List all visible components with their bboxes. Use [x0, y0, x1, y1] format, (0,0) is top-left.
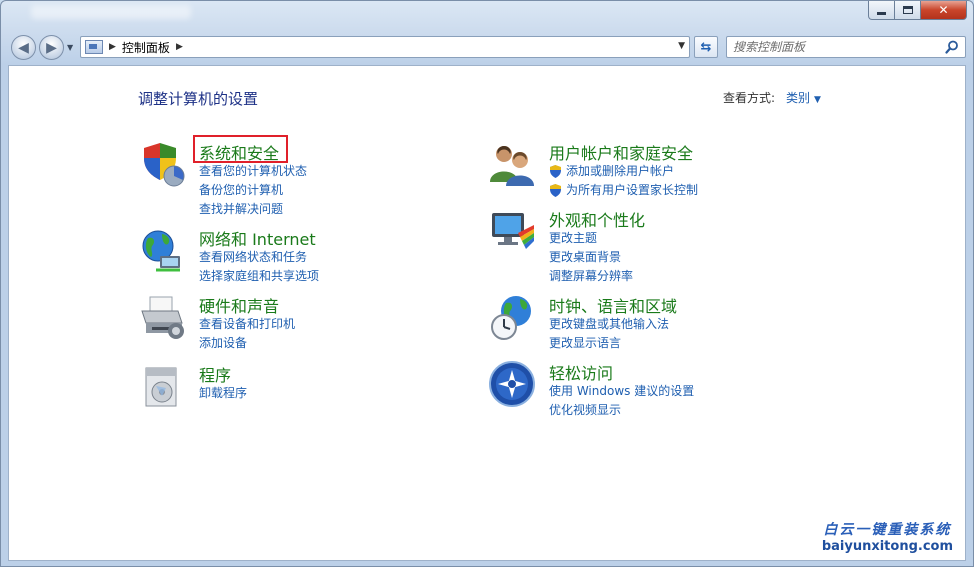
control-panel-icon — [85, 40, 103, 54]
watermark-title: 白云一键重装系统 — [823, 522, 952, 538]
link-label[interactable]: 添加或删除用户帐户 — [566, 164, 674, 178]
category-title-hardware-sound[interactable]: 硬件和声音 — [199, 293, 279, 317]
search-box[interactable] — [726, 36, 966, 58]
category-links: 查看设备和打印机 添加设备 — [199, 315, 295, 353]
minimize-icon — [877, 11, 886, 15]
category-title-clock-language-region[interactable]: 时钟、语言和区域 — [549, 293, 677, 317]
navigation-bar: ◀ ▶ ▼ ▶ 控制面板 ▶ ▼ ⇆ — [1, 33, 973, 61]
programs-icon[interactable] — [138, 362, 186, 410]
view-by-dropdown[interactable]: 类别 ▼ — [786, 89, 821, 106]
close-icon: ✕ — [938, 3, 949, 17]
forward-button[interactable]: ▶ — [39, 35, 64, 60]
appearance-icon[interactable] — [488, 207, 536, 255]
title-bar[interactable]: ✕ — [1, 1, 973, 29]
link-parental-controls[interactable]: 为所有用户设置家长控制 — [549, 181, 698, 200]
category-links: 查看网络状态和任务 选择家庭组和共享选项 — [199, 248, 319, 286]
link-add-device[interactable]: 添加设备 — [199, 334, 295, 353]
category-title-network-internet[interactable]: 网络和 Internet — [199, 226, 316, 250]
category-links: 更改键盘或其他输入法 更改显示语言 — [549, 315, 669, 353]
watermark: 白云一键重装系统 baiyunxitong.com — [822, 519, 953, 554]
category-links: 使用 Windows 建议的设置 优化视频显示 — [549, 382, 694, 420]
address-bar[interactable]: ▶ 控制面板 ▶ ▼ — [80, 36, 690, 58]
recent-pages-dropdown[interactable]: ▼ — [67, 43, 73, 52]
printer-icon[interactable] — [138, 293, 186, 341]
link-uninstall-program[interactable]: 卸载程序 — [199, 384, 247, 403]
forward-arrow-icon: ▶ — [46, 39, 57, 56]
breadcrumb-chevron-icon[interactable]: ▶ — [176, 42, 183, 52]
control-panel-window: ✕ ◀ ▶ ▼ ▶ 控制面板 ▶ ▼ ⇆ 调整计算机的设置 查看方式: 类别 ▼ — [0, 0, 974, 567]
category-links: 查看您的计算机状态 备份您的计算机 查找并解决问题 — [199, 162, 307, 219]
link-back-up-computer[interactable]: 备份您的计算机 — [199, 181, 307, 200]
category-links: 添加或删除用户帐户 为所有用户设置家长控制 — [549, 162, 698, 200]
link-view-network-status[interactable]: 查看网络状态和任务 — [199, 248, 319, 267]
view-by-value[interactable]: 类别 — [786, 91, 810, 105]
content-pane: 调整计算机的设置 查看方式: 类别 ▼ 系统和安全 查看您的计算机状态 备份您的计… — [8, 65, 966, 561]
clock-globe-icon[interactable] — [488, 293, 536, 341]
link-change-theme[interactable]: 更改主题 — [549, 229, 633, 248]
breadcrumb-chevron-icon[interactable]: ▶ — [109, 42, 116, 52]
shield-icon[interactable] — [138, 140, 186, 188]
users-icon[interactable] — [488, 140, 536, 188]
back-arrow-icon: ◀ — [18, 39, 29, 56]
link-homegroup-sharing[interactable]: 选择家庭组和共享选项 — [199, 267, 319, 286]
page-title: 调整计算机的设置 — [138, 90, 259, 108]
search-input[interactable] — [733, 39, 933, 55]
chevron-down-icon[interactable]: ▼ — [814, 95, 821, 105]
category-title-system-security[interactable]: 系统和安全 — [199, 140, 279, 164]
category-title-user-accounts[interactable]: 用户帐户和家庭安全 — [549, 140, 693, 164]
caption-buttons: ✕ — [868, 1, 967, 20]
link-devices-printers[interactable]: 查看设备和打印机 — [199, 315, 295, 334]
refresh-icon: ⇆ — [700, 39, 712, 55]
uac-shield-icon — [550, 165, 561, 178]
breadcrumb-control-panel[interactable]: 控制面板 — [122, 39, 170, 56]
category-title-programs[interactable]: 程序 — [199, 362, 231, 386]
uac-shield-icon — [550, 184, 561, 197]
link-change-display-language[interactable]: 更改显示语言 — [549, 334, 669, 353]
watermark-url: baiyunxitong.com — [821, 539, 953, 554]
close-button[interactable]: ✕ — [921, 1, 967, 20]
category-links: 更改主题 更改桌面背景 调整屏幕分辨率 — [549, 229, 633, 286]
minimize-button[interactable] — [868, 1, 895, 20]
maximize-button[interactable] — [895, 1, 921, 20]
address-dropdown-icon[interactable]: ▼ — [678, 41, 685, 51]
network-icon[interactable] — [138, 226, 186, 274]
link-label[interactable]: 为所有用户设置家长控制 — [566, 183, 698, 197]
link-add-remove-accounts[interactable]: 添加或删除用户帐户 — [549, 162, 698, 181]
category-title-ease-of-access[interactable]: 轻松访问 — [549, 360, 613, 384]
view-by-label: 查看方式: — [723, 91, 776, 105]
refresh-button[interactable]: ⇆ — [694, 36, 718, 58]
link-optimize-visual-display[interactable]: 优化视频显示 — [549, 401, 694, 420]
link-find-fix-problems[interactable]: 查找并解决问题 — [199, 200, 307, 219]
back-button[interactable]: ◀ — [11, 35, 36, 60]
link-adjust-resolution[interactable]: 调整屏幕分辨率 — [549, 267, 633, 286]
search-icon[interactable] — [945, 40, 959, 54]
link-change-keyboard[interactable]: 更改键盘或其他输入法 — [549, 315, 669, 334]
category-title-appearance[interactable]: 外观和个性化 — [549, 207, 645, 231]
maximize-icon — [902, 6, 913, 14]
link-windows-suggested-settings[interactable]: 使用 Windows 建议的设置 — [549, 382, 694, 401]
ease-of-access-icon[interactable] — [488, 360, 536, 408]
title-bar-glass — [31, 5, 191, 19]
category-links: 卸载程序 — [199, 384, 247, 403]
link-change-desktop-background[interactable]: 更改桌面背景 — [549, 248, 633, 267]
link-view-computer-status[interactable]: 查看您的计算机状态 — [199, 162, 307, 181]
